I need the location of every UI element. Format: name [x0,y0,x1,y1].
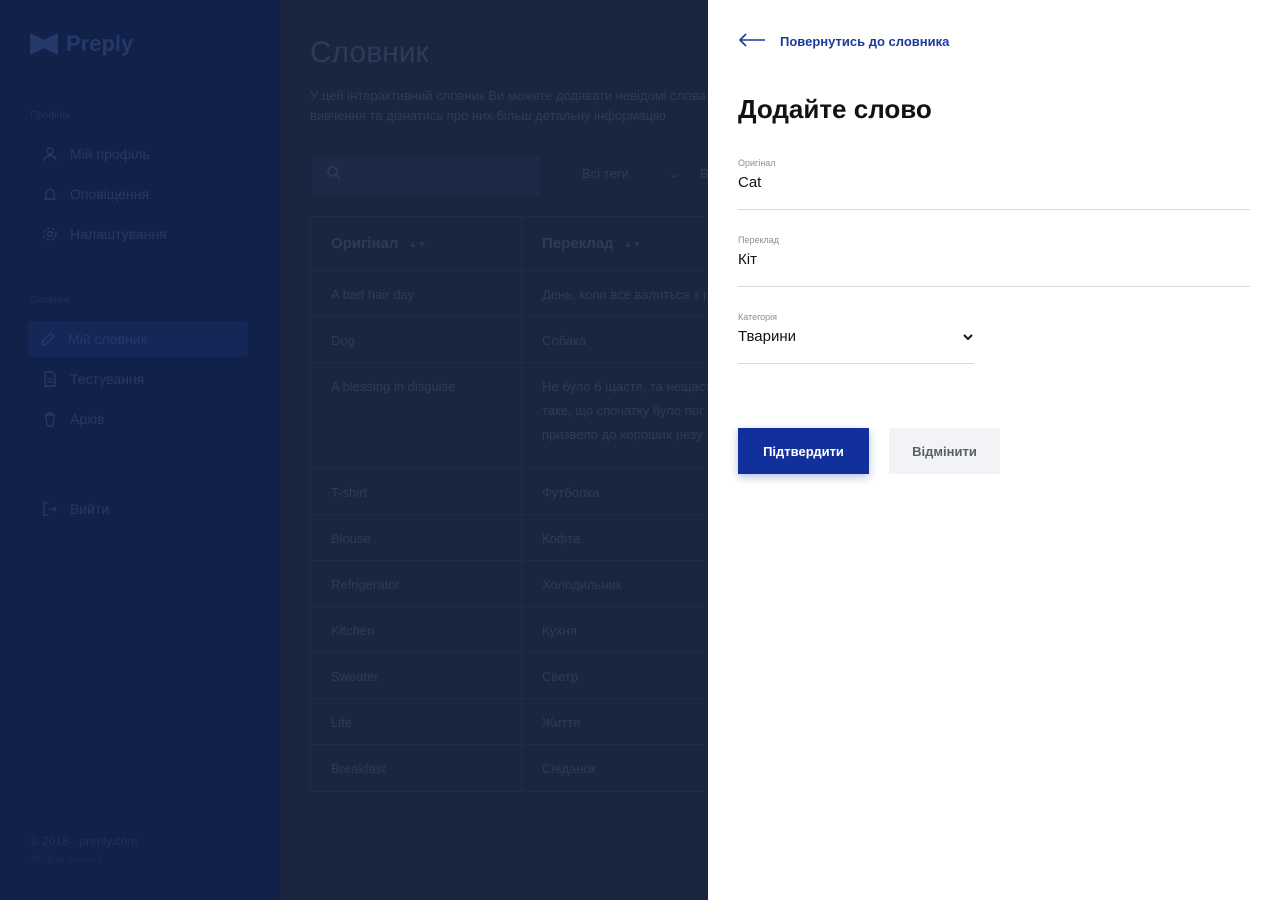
pencil-icon [40,331,56,347]
translation-field[interactable]: Переклад Кіт [738,235,1250,287]
column-header-translation[interactable]: Переклад ▲▼ [522,217,708,270]
table-row[interactable]: Sweater Светр [311,653,708,699]
main-content: Словник У цей інтерактивний словник Ви м… [280,0,708,900]
table-cell-original: A blessing in disguise [311,363,522,468]
table-row[interactable]: Breakfast Сніданок [311,745,708,791]
original-field-value: Cat [738,174,762,191]
table-cell-original: Dog [311,317,522,362]
sidebar-item-label: Мій словник [68,331,147,347]
rights-text: All rights reserved [30,854,103,864]
column-header-label: Переклад [541,235,614,252]
drawer-title: Додайте слово [738,94,932,124]
sidebar-item-testing[interactable]: Тестування [30,361,250,397]
original-field-label: Оригінал [738,158,776,168]
sidebar-item-label: Оповіщення [70,186,149,202]
sidebar-item-my-dictionary[interactable]: Мій словник [28,321,248,357]
sidebar-item-label: Тестування [70,371,145,387]
translation-line: Не було б щастя, та нещаст [541,379,708,394]
table-cell-translation: Светр [541,669,579,684]
document-icon [42,371,58,387]
bell-icon [42,186,58,202]
cancel-button[interactable]: Відмінити [889,428,1000,474]
table-row[interactable]: A blessing in disguise Не було б щастя, … [311,363,708,469]
table-cell-translation: Собака [541,333,587,348]
table-cell-translation: Не було б щастя, та нещаст таке, що споч… [522,363,708,468]
table-cell-original: T-shirt [311,469,522,514]
table-cell-translation: Футболка [541,485,600,500]
table-cell-translation: Життя [541,715,581,730]
table-cell-translation: Кофта [541,531,581,546]
user-icon [42,146,58,162]
tags-filter[interactable]: Всі теги ⌄ [582,166,680,182]
table-cell-translation: День, коли все валиться з р [541,287,708,302]
table-cell-original: A bad hair day [311,271,522,316]
table-row[interactable]: A bad hair day День, коли все валиться з… [311,271,708,317]
chevron-down-icon: ⌄ [668,166,680,181]
logout-icon [42,501,58,517]
logo: Preply [30,30,133,58]
sidebar-item-label: Налаштування [70,226,167,242]
dictionary-table: Оригінал ▲▼ Переклад ▲▼ A bad hair day Д… [310,216,708,792]
sidebar-item-label: Мій профіль [70,146,150,162]
category-select[interactable]: Категорія Тварини [738,312,974,364]
page-title: Словник [310,36,429,69]
table-row[interactable]: Life Життя [311,699,708,745]
translation-field-value: Кіт [738,251,757,268]
table-row[interactable]: Dog Собака [311,317,708,363]
page-description: У цей інтерактивний словник Ви можете до… [310,86,708,126]
dictionary-section-label: Словник [30,295,70,306]
back-link-label: Повернутись до словника [780,34,950,49]
sidebar: Preply Профіль Мій профіль Оповіщення На… [0,0,280,900]
tags-filter-label: Всі теги [582,166,629,181]
description-line: У цей інтерактивний словник Ви можете до… [310,88,706,103]
table-row[interactable]: T-shirt Футболка [311,469,708,515]
category-field-value: Тварини [738,328,797,345]
table-header: Оригінал ▲▼ Переклад ▲▼ [311,217,708,271]
sidebar-item-profile[interactable]: Мій профіль [30,136,250,172]
table-cell-translation: Сніданок [541,761,597,776]
confirm-button[interactable]: Підтвердити [738,428,869,474]
logout-label: Вийти [70,501,110,517]
sidebar-item-label: Архів [70,411,105,427]
copyright-text: © 2018 - preply.com [30,834,138,848]
sidebar-item-settings[interactable]: Налаштування [30,216,250,252]
trash-icon [42,411,58,427]
profile-section-label: Профіль [30,110,70,121]
table-cell-original: Refrigerator [311,561,522,606]
sort-icon: ▲▼ [408,238,427,249]
logout-button[interactable]: Вийти [30,491,250,527]
table-row[interactable]: Refrigerator Холодильник [311,561,708,607]
chevron-down-icon [963,334,973,341]
extra-filter[interactable]: В [700,166,708,181]
back-to-dictionary-link[interactable]: Повернутись до словника [738,30,949,53]
table-row[interactable]: Blouse Кофта [311,515,708,561]
search-input[interactable] [312,156,540,196]
arrow-left-icon [738,30,766,53]
table-row[interactable]: Kitchen Кухня [311,607,708,653]
table-cell-original: Blouse [311,515,522,560]
table-cell-original: Life [311,699,522,744]
translation-line: таке, що спочатку було пог [541,403,704,418]
column-header-label: Оригінал [331,235,399,252]
table-cell-translation: Кухня [541,623,577,638]
sidebar-item-notifications[interactable]: Оповіщення [30,176,250,212]
table-cell-original: Kitchen [311,607,522,652]
preply-logo-icon [30,32,58,56]
category-field-label: Категорія [738,312,778,322]
translation-line: призвело до хороших резу [541,427,703,442]
search-icon [326,165,342,186]
sort-icon: ▲▼ [623,238,642,249]
table-cell-translation: Холодильник [541,577,622,592]
gear-icon [42,226,58,242]
column-header-original[interactable]: Оригінал ▲▼ [311,217,522,270]
translation-field-label: Переклад [738,235,780,245]
original-field[interactable]: Оригінал Cat [738,158,1250,210]
logo-text: Preply [66,31,134,56]
table-cell-original: Breakfast [311,745,522,791]
description-line: вивчення та дізнатись про них більш дета… [310,108,666,123]
add-word-drawer: Повернутись до словника Додайте слово Ор… [708,0,1280,900]
table-cell-original: Sweater [311,653,522,698]
sidebar-item-archive[interactable]: Архів [30,401,250,437]
